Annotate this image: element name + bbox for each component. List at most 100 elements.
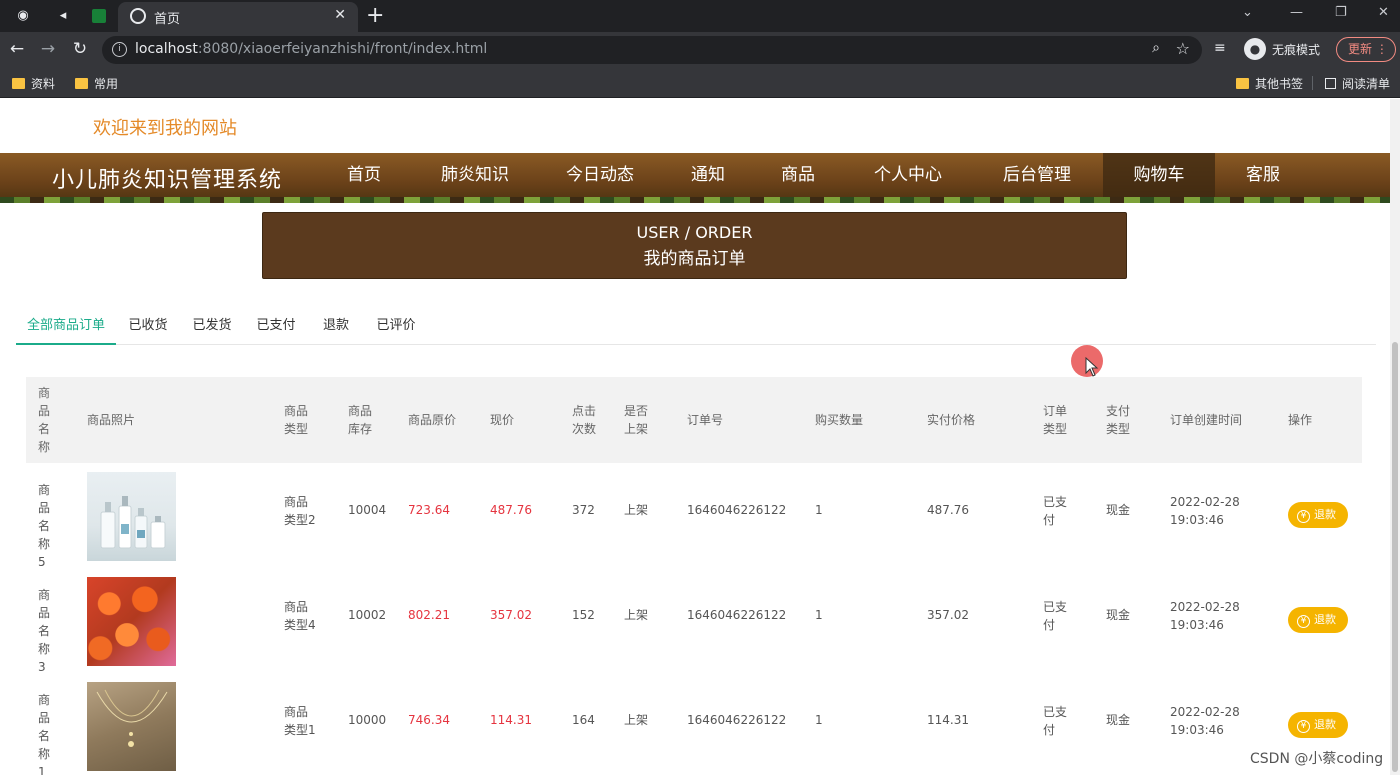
site-info-icon[interactable]: i xyxy=(112,42,127,57)
table-header: 商品名称 商品照片 商品类型 商品库存 商品原价 现价 点击次数 是否上架 订单… xyxy=(26,377,1362,463)
refund-button[interactable]: ¥ 退款 xyxy=(1288,502,1348,528)
nav-today-news[interactable]: 今日动态 xyxy=(555,153,645,197)
cell-qty: 1 xyxy=(815,608,823,622)
necklace-illustration xyxy=(96,689,168,747)
cell-stock: 10000 xyxy=(348,713,387,727)
th-type: 商品类型 xyxy=(284,404,309,436)
cell-order-no: 1646046226122 xyxy=(687,608,787,622)
yen-icon: ¥ xyxy=(1297,615,1310,628)
nav-goods[interactable]: 商品 xyxy=(767,153,829,197)
incognito-icon[interactable]: ● xyxy=(1244,38,1266,60)
cell-qty: 1 xyxy=(815,503,823,517)
yen-icon: ¥ xyxy=(1297,510,1310,523)
bookmark-star-icon[interactable]: ☆ xyxy=(1176,39,1190,58)
cell-paid: 357.02 xyxy=(927,608,969,622)
table-row: 商品名称1 商品类型1 10000 746.34 114.31 164 上架 1… xyxy=(26,673,1362,775)
cell-name: 商品名称1 xyxy=(38,693,51,775)
update-button[interactable]: 更新 ⋮ xyxy=(1336,37,1396,62)
cell-listed: 上架 xyxy=(624,503,649,517)
tab-shipped[interactable]: 已发货 xyxy=(184,311,240,345)
forward-icon[interactable]: → xyxy=(37,38,59,60)
watermark: CSDN @小蔡coding xyxy=(1250,751,1384,767)
media-list-icon[interactable]: ≡ xyxy=(1214,40,1226,56)
refund-button[interactable]: ¥ 退款 xyxy=(1288,607,1348,633)
cell-orig-price: 802.21 xyxy=(408,608,450,622)
nav-decoration xyxy=(0,197,1390,203)
th-created: 订单创建时间 xyxy=(1170,413,1243,427)
nav-pneumonia-knowledge[interactable]: 肺炎知识 xyxy=(430,153,520,197)
folder-icon xyxy=(75,78,88,89)
back-icon[interactable]: ← xyxy=(6,38,28,60)
reading-list-icon xyxy=(1325,78,1336,89)
minimize-icon[interactable]: — xyxy=(1290,5,1303,20)
browser-icon[interactable]: ◉ xyxy=(14,7,32,25)
th-clicks: 点击次数 xyxy=(572,404,597,436)
cell-created: 2022-02-28 19:03:46 xyxy=(1170,495,1240,527)
bookmarks-bar: 资料 常用 其他书签 阅读清单 xyxy=(0,68,1400,98)
cell-stock: 10002 xyxy=(348,608,387,622)
cell-type: 商品类型2 xyxy=(284,495,316,527)
tab-reviewed[interactable]: 已评价 xyxy=(368,311,424,345)
bookmark-folder-ziliao[interactable]: 资料 xyxy=(12,75,55,92)
main-nav: 小儿肺炎知识管理系统 首页 肺炎知识 今日动态 通知 商品 个人中心 后台管理 … xyxy=(0,153,1390,203)
cell-paid: 114.31 xyxy=(927,713,969,727)
tab-refund[interactable]: 退款 xyxy=(312,311,360,345)
bookmark-folder-other[interactable]: 其他书签 xyxy=(1236,75,1303,92)
cell-name: 商品名称5 xyxy=(38,483,51,569)
site-brand: 小儿肺炎知识管理系统 xyxy=(52,168,283,193)
cell-created: 2022-02-28 19:03:46 xyxy=(1170,705,1240,737)
refund-button[interactable]: ¥ 退款 xyxy=(1288,712,1348,738)
cell-clicks: 164 xyxy=(572,713,595,727)
yen-icon: ¥ xyxy=(1297,720,1310,733)
th-order-no: 订单号 xyxy=(687,413,724,427)
th-stock: 商品库存 xyxy=(348,404,373,436)
tab-paid[interactable]: 已支付 xyxy=(248,311,304,345)
scrollbar-thumb[interactable] xyxy=(1392,342,1398,772)
cell-order-no: 1646046226122 xyxy=(687,713,787,727)
cell-cur-price: 487.76 xyxy=(490,503,532,517)
th-name: 商品名称 xyxy=(38,386,51,454)
product-photo-flowers xyxy=(87,577,176,666)
cell-name: 商品名称3 xyxy=(38,588,51,674)
tab-title: 首页 xyxy=(154,12,181,27)
reading-list[interactable]: 阅读清单 xyxy=(1325,75,1390,92)
page-scrollbar[interactable] xyxy=(1390,99,1400,775)
tab-received[interactable]: 已收货 xyxy=(120,311,176,345)
cell-pay-type: 现金 xyxy=(1106,608,1131,622)
product-photo-bottles xyxy=(87,472,176,561)
cell-type: 商品类型4 xyxy=(284,600,316,632)
mouse-pointer-icon xyxy=(1085,357,1099,377)
speaker-icon[interactable]: ◂ xyxy=(54,7,72,25)
nav-customer-service[interactable]: 客服 xyxy=(1232,153,1294,197)
zoom-icon[interactable]: ⌕ xyxy=(1152,40,1160,56)
table-row: 商品名称5 商品类型2 10004 723.64 487.76 372 上架 1… xyxy=(26,463,1362,569)
address-bar[interactable]: i localhost:8080/xiaoerfeiyanzhishi/fron… xyxy=(102,36,1202,64)
tab-search-icon[interactable]: ⌄ xyxy=(1242,5,1253,20)
bookmark-folder-changyong[interactable]: 常用 xyxy=(75,75,118,92)
nav-notice[interactable]: 通知 xyxy=(677,153,739,197)
bottles-illustration xyxy=(100,496,166,549)
bookmarks-divider xyxy=(1312,76,1313,90)
new-tab-icon[interactable]: + xyxy=(366,3,384,28)
close-window-icon[interactable]: ✕ xyxy=(1378,5,1389,20)
th-cur-price: 现价 xyxy=(490,413,515,427)
nav-admin[interactable]: 后台管理 xyxy=(990,153,1084,197)
browser-toolbar: ← → ↻ i localhost:8080/xiaoerfeiyanzhish… xyxy=(0,32,1400,68)
th-action: 操作 xyxy=(1288,413,1313,427)
cell-paid: 487.76 xyxy=(927,503,969,517)
cell-pay-type: 现金 xyxy=(1106,503,1131,517)
th-orig-price: 商品原价 xyxy=(408,413,457,427)
nav-cart[interactable]: 购物车 xyxy=(1103,153,1215,197)
cell-order-no: 1646046226122 xyxy=(687,503,787,517)
reload-icon[interactable]: ↻ xyxy=(69,38,91,60)
cell-type: 商品类型1 xyxy=(284,705,316,737)
active-tab[interactable]: 首页 ✕ xyxy=(118,2,358,32)
close-tab-icon[interactable]: ✕ xyxy=(334,7,346,23)
nav-home[interactable]: 首页 xyxy=(333,153,395,197)
cell-pay-type: 现金 xyxy=(1106,713,1131,727)
tab-all-orders[interactable]: 全部商品订单 xyxy=(16,311,116,345)
restore-icon[interactable]: ❐ xyxy=(1335,5,1347,20)
nav-personal-center[interactable]: 个人中心 xyxy=(860,153,956,197)
sheets-tab-icon[interactable] xyxy=(92,9,106,23)
banner-subtitle: USER / ORDER xyxy=(636,223,753,242)
